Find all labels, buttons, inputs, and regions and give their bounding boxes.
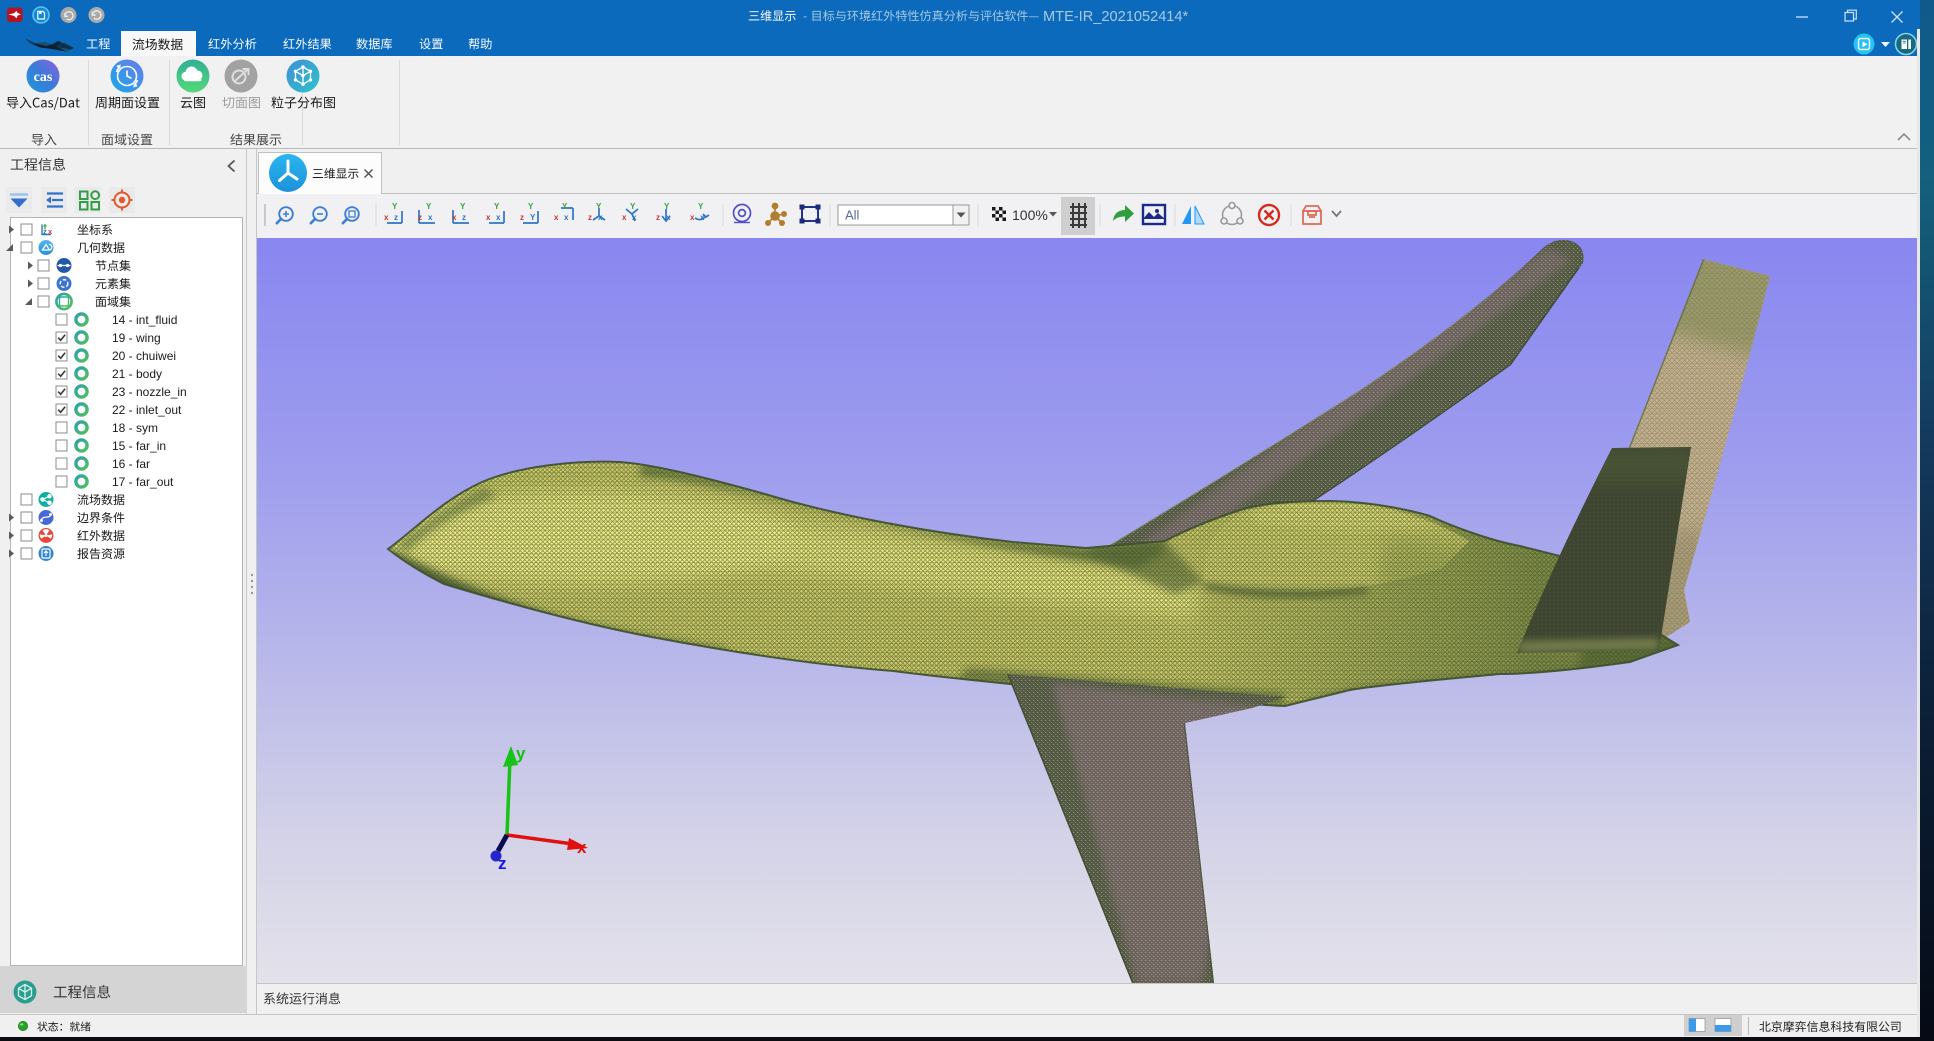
svg-text:Y: Y	[392, 202, 398, 211]
svg-text:y: y	[516, 744, 526, 763]
svg-text:x: x	[564, 213, 569, 222]
svg-text:x: x	[384, 213, 389, 222]
svg-text:x: x	[577, 838, 587, 857]
svg-text:cas: cas	[34, 70, 53, 85]
svg-text:z: z	[656, 213, 660, 222]
svg-text:Y: Y	[530, 213, 536, 222]
svg-text:Y: Y	[426, 202, 432, 211]
svg-text:Y: Y	[630, 202, 636, 211]
svg-text:Y: Y	[528, 202, 534, 211]
svg-text:z: z	[520, 213, 524, 222]
svg-text:Y: Y	[664, 202, 670, 211]
svg-text:x: x	[666, 213, 671, 222]
svg-text:x: x	[554, 213, 559, 222]
svg-text:Y: Y	[494, 202, 500, 211]
svg-text:Y: Y	[698, 202, 704, 211]
svg-text:z: z	[394, 213, 398, 222]
svg-text:Y: Y	[460, 202, 466, 211]
svg-text:Y: Y	[596, 202, 602, 211]
svg-text:z: z	[588, 213, 592, 222]
svg-text:x: x	[622, 213, 627, 222]
svg-text:x: x	[48, 227, 53, 236]
svg-text:x: x	[486, 213, 491, 222]
svg-text:x: x	[598, 213, 603, 222]
svg-text:z: z	[43, 227, 47, 236]
svg-text:x: x	[632, 213, 637, 222]
svg-text:100%: 100%	[1012, 207, 1048, 223]
svg-text:All: All	[845, 208, 860, 223]
svg-text:x: x	[690, 213, 695, 222]
svg-text:x: x	[700, 213, 705, 222]
svg-text:z: z	[462, 213, 466, 222]
svg-text:z: z	[418, 213, 422, 222]
svg-text:x: x	[496, 213, 501, 222]
svg-text:Y: Y	[562, 202, 568, 211]
svg-text:x: x	[428, 213, 433, 222]
svg-text:x: x	[452, 213, 457, 222]
svg-text:z: z	[498, 854, 507, 873]
